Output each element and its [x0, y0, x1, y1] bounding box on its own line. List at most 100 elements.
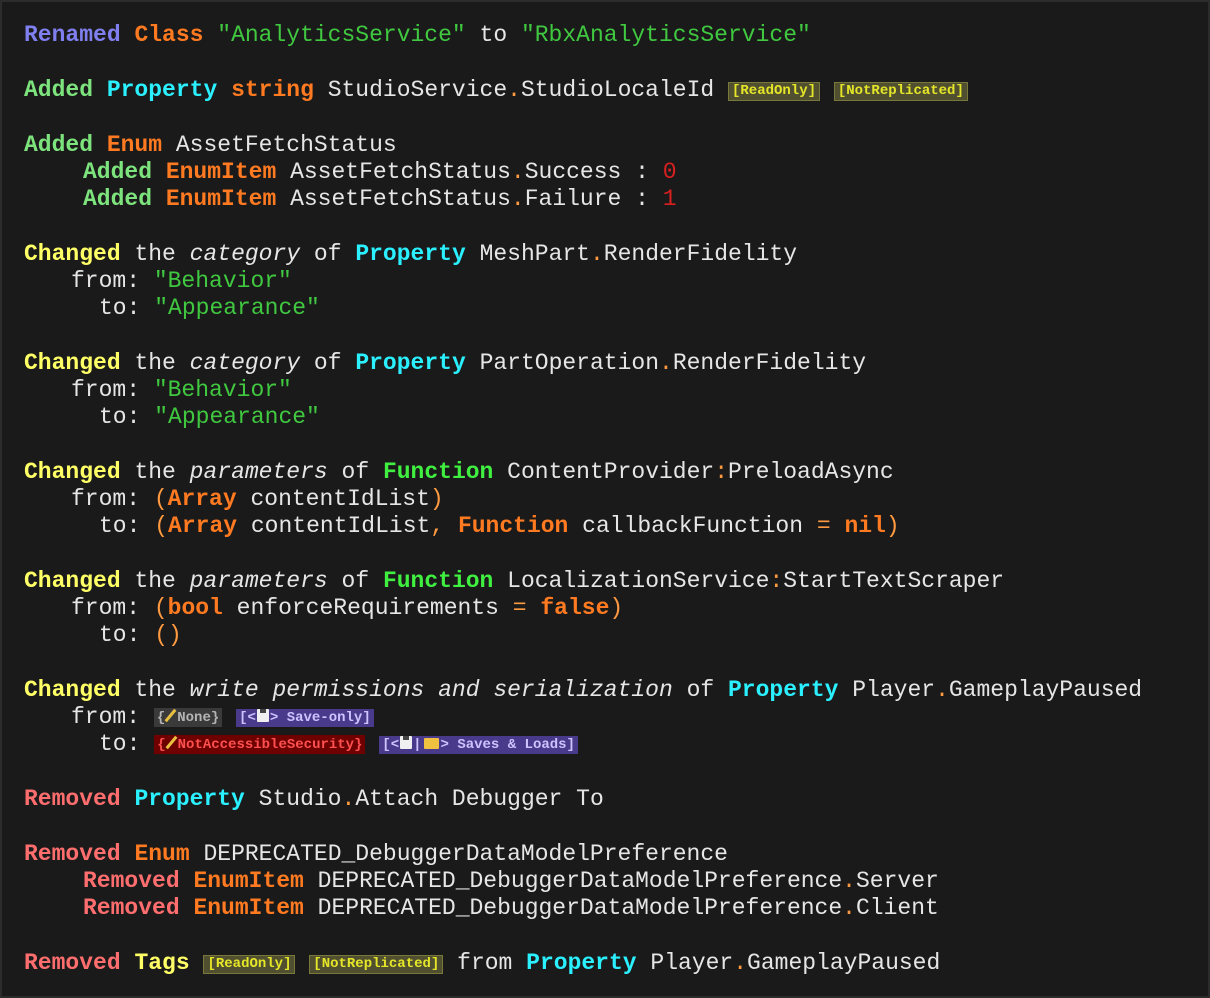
change-aspect: parameters	[189, 568, 328, 594]
member-kind: EnumItem	[193, 895, 304, 921]
to-label: to:	[99, 731, 141, 757]
param-type: Function	[457, 513, 569, 539]
value-separator: :	[621, 186, 663, 212]
member-kind: Function	[382, 459, 494, 485]
owner-enum: DEPRECATED_DebuggerDataModelPreference	[317, 895, 843, 921]
security-badge: {None}	[153, 708, 223, 727]
action-keyword: Removed	[24, 950, 121, 976]
owner-class: PartOperation	[479, 350, 659, 376]
separator	[24, 213, 1208, 241]
owner-class: Studio	[258, 786, 342, 812]
dot: .	[510, 186, 525, 212]
from-value: "Behavior"	[153, 268, 292, 294]
change-aspect: parameters	[189, 459, 328, 485]
param-name: contentIdList	[250, 513, 431, 539]
changelog-subentry-enumitem: Removed EnumItem DEPRECATED_DebuggerData…	[24, 868, 1208, 895]
from-line: from: "Behavior"	[24, 268, 1208, 295]
param-name: callbackFunction	[582, 513, 804, 539]
colon: :	[769, 568, 784, 594]
pencil-icon	[165, 735, 178, 750]
item-name: Client	[855, 895, 939, 921]
new-name: "RbxAnalyticsService"	[520, 22, 811, 48]
equals: =	[816, 513, 831, 539]
action-keyword: Renamed	[24, 22, 121, 48]
changelog-panel: Renamed Class "AnalyticsService" to "Rbx…	[0, 0, 1210, 998]
param-name: contentIdList	[250, 486, 430, 512]
owner-enum: AssetFetchStatus	[290, 159, 511, 185]
changelog-entry-changed-category: Changed the category of Property PartOpe…	[24, 350, 1208, 377]
separator	[24, 813, 1208, 841]
action-keyword: Added	[24, 132, 94, 158]
of-word: of	[341, 459, 370, 485]
from-label: from:	[71, 268, 141, 294]
changelog-entry-added-property: Added Property string StudioService.Stud…	[24, 77, 1208, 104]
member-kind: Property	[355, 241, 466, 267]
floppy-disk-icon	[256, 709, 269, 722]
from-line: from: "Behavior"	[24, 377, 1208, 404]
the-word: the	[134, 459, 176, 485]
to-label: to:	[99, 622, 141, 648]
action-keyword: Added	[83, 159, 153, 185]
member-name: GameplayPaused	[948, 677, 1143, 703]
change-aspect: category	[189, 241, 301, 267]
to-line: to: ()	[24, 622, 1208, 649]
empty-params: ()	[154, 622, 182, 648]
changelog-entry-added-enum: Added Enum AssetFetchStatus	[24, 132, 1208, 159]
default-value: nil	[844, 513, 886, 539]
changelog-entry-removed-tags: Removed Tags [ReadOnly] [NotReplicated] …	[24, 950, 1208, 977]
member-kind: Enum	[106, 132, 163, 158]
member-kind: Enum	[134, 841, 190, 867]
action-keyword: Changed	[24, 459, 121, 485]
change-aspect: write permissions and serialization	[189, 677, 673, 703]
changelog-entry-removed-property: Removed Property Studio.Attach Debugger …	[24, 786, 1208, 813]
paren-close: )	[429, 486, 444, 512]
from-word: from	[457, 950, 513, 976]
action-keyword: Removed	[24, 841, 121, 867]
changelog-entry-changed-parameters: Changed the parameters of Function Local…	[24, 568, 1208, 595]
action-keyword: Added	[24, 77, 94, 103]
change-aspect: category	[189, 350, 301, 376]
changelog-entry-changed-category: Changed the category of Property MeshPar…	[24, 241, 1208, 268]
paren-open: (	[153, 595, 168, 621]
member-kind: EnumItem	[165, 159, 277, 185]
member-kind: Class	[134, 22, 204, 48]
dot: .	[842, 868, 856, 894]
member-name: PreloadAsync	[728, 459, 894, 485]
security-label: NotAccessibleSecurity	[177, 737, 355, 753]
member-kind: Function	[382, 568, 494, 594]
dot: .	[935, 677, 949, 703]
security-badge: {NotAccessibleSecurity}	[154, 735, 366, 754]
item-value: 1	[662, 186, 677, 212]
comma: ,	[430, 513, 445, 539]
to-line: to: (Array contentIdList, Function callb…	[24, 513, 1208, 540]
action-keyword: Removed	[24, 786, 121, 812]
changelog-subentry-enumitem: Removed EnumItem DEPRECATED_DebuggerData…	[24, 895, 1208, 922]
tag-readonly: [ReadOnly]	[728, 82, 821, 101]
item-name: Success	[524, 159, 622, 185]
of-word: of	[313, 350, 342, 376]
arrow: >	[440, 737, 449, 753]
serialization-label: Saves & Loads	[457, 737, 567, 753]
dot: .	[733, 950, 748, 976]
to-value: "Appearance"	[154, 295, 320, 321]
changelog-subentry-enumitem: Added EnumItem AssetFetchStatus.Success …	[24, 159, 1208, 186]
tag-notreplicated: [NotReplicated]	[309, 955, 444, 974]
paren-close: )	[885, 513, 900, 539]
member-kind: Property	[355, 350, 466, 376]
to-line: to: "Appearance"	[24, 404, 1208, 431]
dot: .	[659, 350, 673, 376]
default-value: false	[540, 595, 610, 621]
floppy-disk-icon	[400, 736, 413, 749]
param-type: Array	[167, 486, 237, 512]
from-label: from:	[71, 595, 141, 621]
serialization-badge: [< | > Saves & Loads]	[379, 736, 578, 754]
item-value: 0	[662, 159, 677, 185]
old-name: "AnalyticsService"	[217, 22, 466, 48]
from-label: from:	[71, 377, 141, 403]
bracket-open: [<	[382, 737, 400, 753]
the-word: the	[134, 241, 176, 267]
dot: .	[589, 241, 604, 267]
dot: .	[510, 159, 525, 185]
separator	[24, 540, 1208, 568]
member-kind: EnumItem	[193, 868, 304, 894]
